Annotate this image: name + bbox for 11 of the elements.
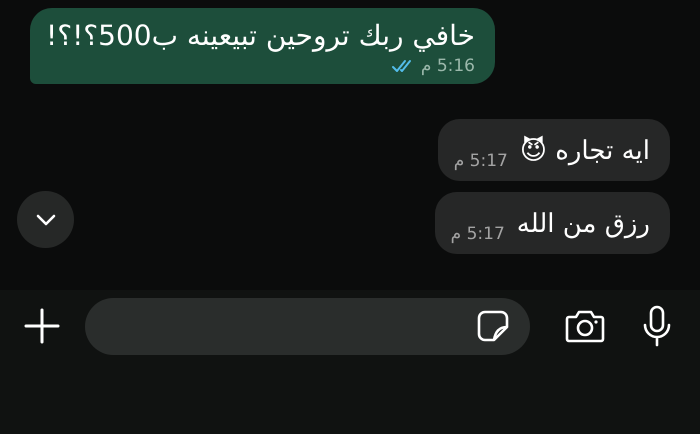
- chevron-down-icon: [36, 214, 56, 226]
- message-time: 5:17 م: [450, 224, 505, 244]
- message-text: خافي ربك تروحين تبيعينه ب500؟!؟!: [46, 18, 475, 54]
- message-text: ايه تجاره 😈: [520, 134, 650, 168]
- message-time: 5:17 م: [454, 151, 508, 171]
- sticker-icon[interactable]: [476, 309, 510, 343]
- message-time: 5:16 م: [420, 56, 475, 76]
- plus-icon[interactable]: [23, 307, 61, 345]
- camera-icon[interactable]: [564, 308, 606, 344]
- microphone-icon[interactable]: [642, 305, 672, 347]
- message-text: رزق من الله: [516, 208, 650, 241]
